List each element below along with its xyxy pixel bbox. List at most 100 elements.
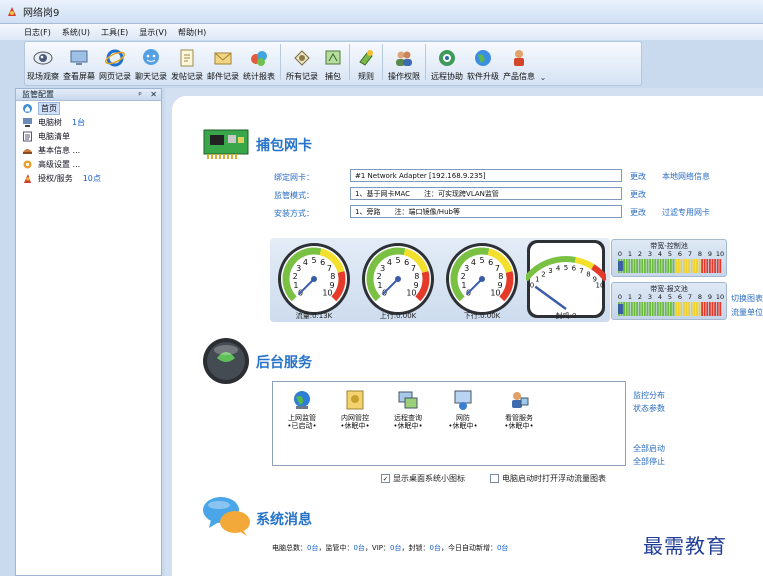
traffic-unit-link[interactable]: 流量单位 (731, 307, 763, 318)
gauge-tick-label: 6 (404, 258, 409, 267)
menu-item-tools[interactable]: 工具(E) (101, 27, 128, 38)
monitor-icon (70, 50, 88, 65)
start-all-link[interactable]: 全部启动 (633, 443, 665, 454)
pin-icon[interactable]: ᵖ (138, 90, 141, 99)
change-install-link[interactable]: 更改 (630, 207, 646, 218)
packet-pool-meter: 0 1 2 3 4 5 6 7 8 9 10 (618, 293, 724, 316)
upload-gauge: 012345678910 (362, 243, 434, 315)
toolbar-mail-records-button[interactable]: 邮件记录 (205, 42, 241, 82)
meter-segment (664, 302, 667, 316)
menu-item-view[interactable]: 显示(V) (139, 27, 167, 38)
checkbox-box[interactable]: ✓ (381, 474, 390, 483)
toolbar-remote-assist-button[interactable]: 远程协助 (429, 42, 465, 82)
meter-tick-label: 3 (648, 250, 652, 258)
panel-item-home[interactable]: 首页 (16, 101, 161, 115)
block-gauge: 012 3 4 5 6 7 8910 (526, 240, 606, 318)
meter-segment (672, 302, 675, 316)
monitoring-value: 0台 (353, 544, 365, 552)
meter-segment (662, 302, 664, 316)
change-mode-link[interactable]: 更改 (630, 189, 646, 200)
stop-all-link[interactable]: 全部停止 (633, 456, 665, 467)
toolbar-upgrade-button[interactable]: 软件升级 (465, 42, 501, 82)
block-gauge-tick-label: 7 (579, 267, 583, 275)
toolbar-product-info-button[interactable]: 产品信息 (501, 42, 537, 82)
meter-tick-label: 6 (678, 293, 682, 301)
toolbar-rules-button[interactable]: 规则 (353, 42, 379, 82)
control-pool-meter: 0 1 2 3 4 5 6 7 8 9 10 (618, 250, 724, 273)
toolbar-live-view-button[interactable]: 现场观察 (25, 42, 61, 82)
service-lan-control[interactable]: 内网管控 •休眠中• (329, 388, 381, 430)
gauge-tick-label: 10 (490, 288, 500, 297)
meter-segment (641, 302, 644, 316)
gauge-tick-label: 5 (479, 256, 484, 265)
service-watch[interactable]: 看管服务 •休眠中• (493, 388, 545, 430)
local-network-info-link[interactable]: 本地网络信息 (662, 171, 710, 182)
meter-tick-label: 9 (708, 250, 712, 258)
filter-nic-link[interactable]: 过滤专用网卡 (662, 207, 710, 218)
toolbar-permissions-button[interactable]: 操作权限 (386, 42, 422, 82)
meter-segment (646, 259, 649, 273)
meter-segment (680, 302, 683, 316)
monitor-config-panel: 监管配置 ᵖ ✕ 首页 电脑树 1台 电脑清单 基本信息 ... 高级设置 ..… (15, 88, 162, 576)
panel-item-basic-info[interactable]: 基本信息 ... (16, 143, 161, 157)
menu-item-help[interactable]: 帮助(H) (178, 27, 206, 38)
panel-item-computer-tree[interactable]: 电脑树 1台 (16, 115, 161, 129)
menu-item-log[interactable]: 日志(F) (24, 27, 51, 38)
switch-chart-link[interactable]: 切换图表 (731, 293, 763, 304)
license-icon (24, 173, 31, 183)
checkbox-box[interactable] (490, 474, 499, 483)
gauge-tick-label: 8 (414, 272, 419, 281)
meter-segment (680, 259, 683, 273)
panel-item-computer-list[interactable]: 电脑清单 (16, 129, 161, 143)
float-traffic-chart-checkbox[interactable]: 电脑启动时打开浮动流量图表 (490, 473, 606, 484)
gauge-tick-label: 10 (322, 288, 332, 297)
toolbar-statistics-button[interactable]: 统计报表 (241, 42, 277, 82)
toolbar-all-records-button[interactable]: 所有记录 (284, 42, 320, 82)
network-card-icon (203, 129, 249, 159)
block-gauge-tick-label: 8 (586, 271, 590, 279)
panel-item-advanced-settings[interactable]: 高级设置 ... (16, 157, 161, 171)
gauge-tick-label: 6 (488, 258, 493, 267)
auto-added-value: 0台 (496, 544, 509, 552)
service-net-guard[interactable]: 网防 •休眠中• (437, 388, 489, 430)
lan-control-icon (346, 390, 364, 410)
blocked-value: 0台 (429, 544, 441, 552)
gauge-tick-label: 8 (330, 272, 335, 281)
meter-segment (696, 302, 698, 316)
capture-icon (325, 50, 341, 65)
monitor-distribution-link[interactable]: 监控分布 (633, 390, 665, 401)
toolbar-chat-records-button[interactable]: 聊天记录 (133, 42, 169, 82)
gauge-tick-label: 5 (311, 256, 316, 265)
status-params-link[interactable]: 状态参数 (633, 403, 665, 414)
gauge-tick-label: 1 (461, 281, 466, 290)
gauge-tick-label: 6 (320, 258, 325, 267)
show-tray-icon-checkbox[interactable]: ✓ 显示桌面系统小图标 (381, 473, 465, 484)
meter-segment (638, 302, 641, 316)
meter-segment (698, 302, 701, 316)
gauge-tick-label: 3 (380, 264, 385, 273)
change-nic-link[interactable]: 更改 (630, 171, 646, 182)
monitor-mode-label: 监管模式： (274, 191, 314, 200)
service-remote-query[interactable]: 远程查询 •休眠中• (382, 388, 434, 430)
meter-segment (714, 302, 716, 316)
meter-segment (677, 259, 680, 273)
globe-icon (475, 50, 491, 66)
menu-item-system[interactable]: 系统(U) (62, 27, 90, 38)
toolbar-post-records-button[interactable]: 发帖记录 (169, 42, 205, 82)
meter-segment (631, 259, 633, 273)
meter-tick-label: 10 (716, 250, 724, 258)
meter-segment (711, 259, 714, 273)
toolbar-web-records-button[interactable]: 网页记录 (97, 42, 133, 82)
vip-value: 0台 (390, 544, 402, 552)
bandwidth-packet-pool: 带宽-报文池 0 1 2 3 4 5 6 7 8 9 10 (611, 282, 727, 320)
panel-item-license[interactable]: 授权/服务 10点 (16, 171, 161, 185)
toolbar-view-screen-button[interactable]: 查看屏幕 (61, 42, 97, 82)
close-icon[interactable]: ✕ (150, 90, 157, 99)
meter-segment (693, 259, 696, 273)
toolbar-overflow-button[interactable]: ⌄ (539, 42, 547, 82)
service-internet-monitor[interactable]: 上网监管 •已启动• (276, 388, 328, 430)
meter-segment (688, 302, 690, 316)
meter-tick-label: 0 (618, 250, 622, 258)
block-gauge-tick-label: 6 (572, 265, 577, 273)
toolbar-capture-button[interactable]: 捕包 (320, 42, 346, 82)
